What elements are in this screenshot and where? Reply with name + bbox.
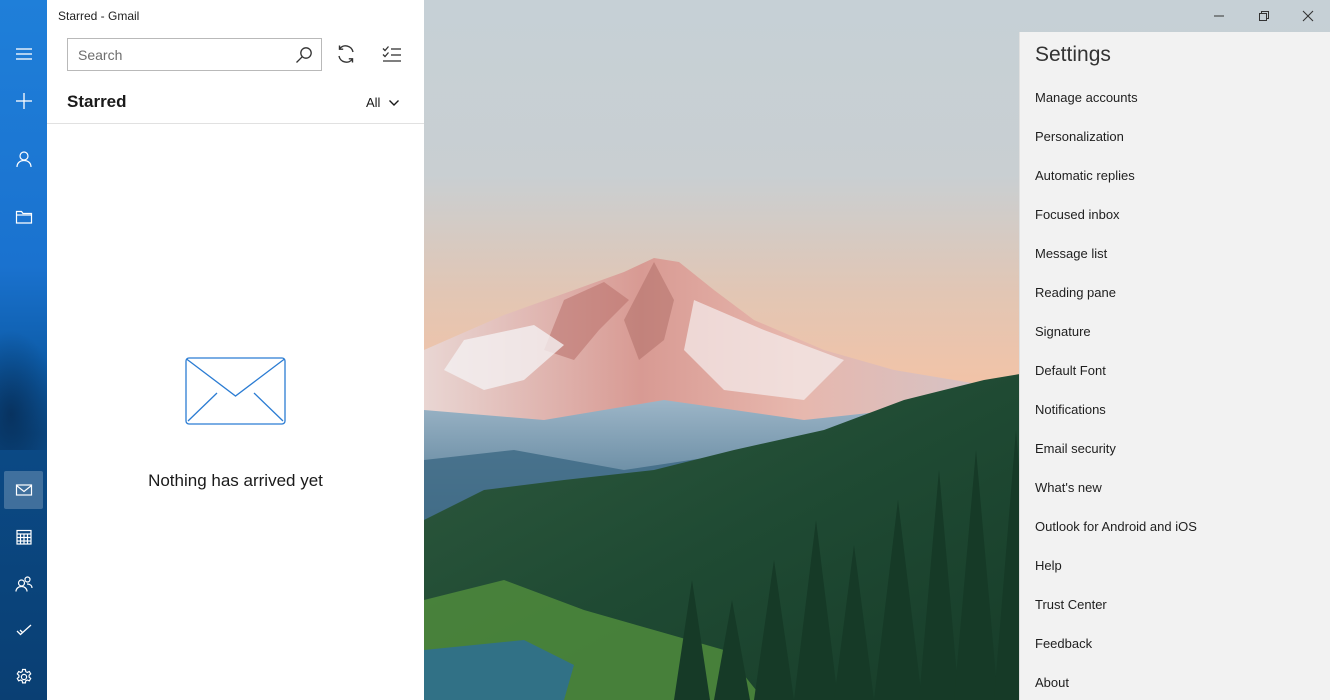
message-list-pane: Starred - Gmail Starred All Nothing has … — [47, 0, 424, 700]
rail-background-hills — [0, 330, 47, 450]
folder-heading: Starred — [67, 92, 127, 111]
accounts-icon — [15, 151, 32, 168]
header-divider — [47, 123, 424, 124]
settings-item-message-list[interactable]: Message list — [1020, 234, 1330, 273]
restore-icon — [1258, 11, 1269, 21]
calendar-switch-button[interactable] — [4, 518, 43, 556]
mail-icon — [15, 484, 32, 496]
settings-item-about[interactable]: About — [1020, 663, 1330, 700]
filter-value: All — [366, 95, 381, 110]
todo-switch-button[interactable] — [4, 611, 43, 649]
people-switch-button[interactable] — [4, 565, 43, 603]
window-title: Starred - Gmail — [58, 9, 140, 23]
folders-icon — [15, 210, 32, 224]
search-input[interactable] — [78, 46, 278, 64]
settings-button[interactable] — [4, 658, 43, 696]
envelope-icon — [185, 357, 286, 425]
settings-title: Settings — [1035, 43, 1111, 66]
accounts-button[interactable] — [4, 140, 43, 178]
selection-mode-icon[interactable] — [380, 42, 404, 66]
nav-rail — [0, 0, 47, 700]
settings-panel: Settings Manage accounts Personalization… — [1019, 32, 1330, 700]
settings-gear-icon — [16, 668, 31, 684]
new-mail-icon — [15, 93, 32, 109]
restore-button[interactable] — [1241, 0, 1286, 32]
settings-item-trust-center[interactable]: Trust Center — [1020, 585, 1330, 624]
minimize-button[interactable] — [1196, 0, 1241, 32]
settings-item-manage-accounts[interactable]: Manage accounts — [1020, 78, 1330, 117]
settings-item-personalization[interactable]: Personalization — [1020, 117, 1330, 156]
todo-icon — [16, 624, 31, 636]
mail-switch-button[interactable] — [4, 471, 43, 509]
settings-item-signature[interactable]: Signature — [1020, 312, 1330, 351]
settings-item-feedback[interactable]: Feedback — [1020, 624, 1330, 663]
settings-item-notifications[interactable]: Notifications — [1020, 390, 1330, 429]
close-icon — [1302, 10, 1313, 22]
settings-item-outlook-mobile[interactable]: Outlook for Android and iOS — [1020, 507, 1330, 546]
hamburger-menu-icon — [15, 48, 32, 60]
settings-item-email-security[interactable]: Email security — [1020, 429, 1330, 468]
new-mail-button[interactable] — [4, 82, 43, 120]
calendar-icon — [15, 529, 32, 545]
settings-item-automatic-replies[interactable]: Automatic replies — [1020, 156, 1330, 195]
filter-dropdown[interactable]: All — [366, 95, 400, 110]
settings-item-default-font[interactable]: Default Font — [1020, 351, 1330, 390]
collapse-menu-button[interactable] — [4, 35, 43, 73]
sync-icon[interactable] — [334, 42, 358, 66]
folders-button[interactable] — [4, 198, 43, 236]
chevron-down-icon — [389, 99, 400, 106]
people-icon — [14, 576, 33, 592]
settings-list: Manage accounts Personalization Automati… — [1020, 78, 1330, 700]
minimize-icon — [1213, 15, 1224, 17]
settings-item-whats-new[interactable]: What's new — [1020, 468, 1330, 507]
settings-item-help[interactable]: Help — [1020, 546, 1330, 585]
search-icon[interactable] — [295, 46, 313, 64]
close-button[interactable] — [1285, 0, 1330, 32]
settings-item-focused-inbox[interactable]: Focused inbox — [1020, 195, 1330, 234]
settings-item-reading-pane[interactable]: Reading pane — [1020, 273, 1330, 312]
empty-state-message: Nothing has arrived yet — [148, 471, 323, 490]
search-box[interactable] — [67, 38, 322, 71]
